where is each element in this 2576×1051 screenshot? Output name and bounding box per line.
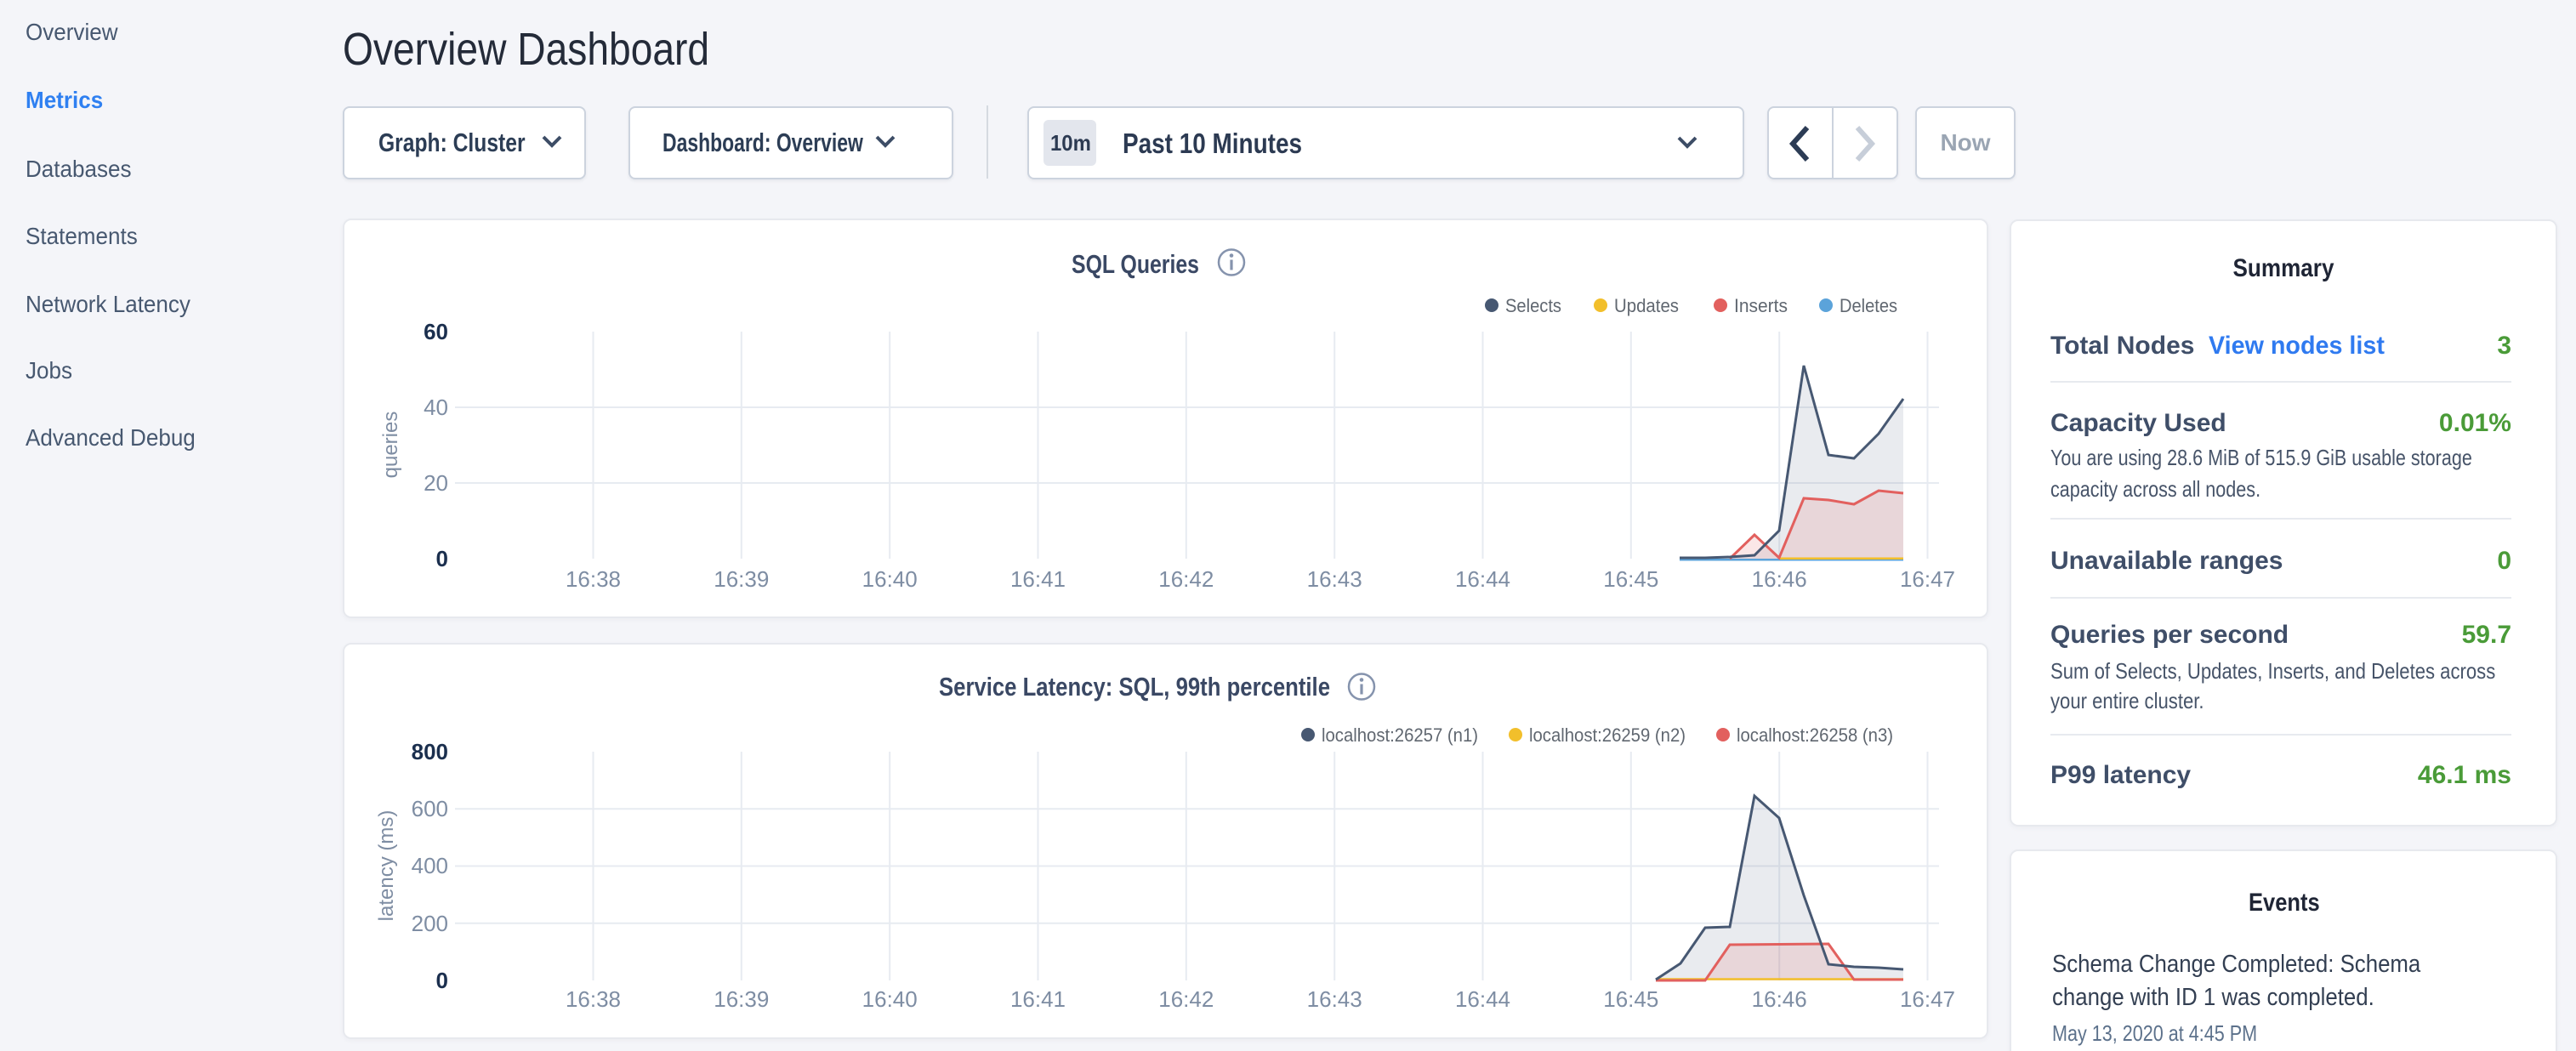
svg-text:600: 600 <box>412 796 448 821</box>
svg-text:Selects: Selects <box>1505 295 1561 316</box>
svg-text:0: 0 <box>436 968 448 993</box>
svg-text:16:46: 16:46 <box>1752 986 1807 1012</box>
svg-text:Service Latency: SQL, 99th per: Service Latency: SQL, 99th percentile <box>939 672 1330 702</box>
svg-text:16:44: 16:44 <box>1455 566 1510 592</box>
svg-text:16:43: 16:43 <box>1307 566 1362 592</box>
svg-text:16:40: 16:40 <box>862 566 918 592</box>
svg-text:Deletes: Deletes <box>1840 295 1897 316</box>
svg-text:16:40: 16:40 <box>862 986 918 1012</box>
svg-text:16:42: 16:42 <box>1158 566 1214 592</box>
svg-text:16:45: 16:45 <box>1603 566 1658 592</box>
svg-text:16:42: 16:42 <box>1158 986 1214 1012</box>
svg-text:200: 200 <box>412 911 448 936</box>
svg-text:800: 800 <box>412 739 448 764</box>
svg-text:Inserts: Inserts <box>1734 295 1788 316</box>
svg-text:queries: queries <box>379 412 402 479</box>
svg-text:latency (ms): latency (ms) <box>375 810 398 922</box>
svg-text:16:39: 16:39 <box>714 566 769 592</box>
svg-text:16:38: 16:38 <box>566 566 621 592</box>
svg-text:20: 20 <box>424 470 448 496</box>
svg-text:0: 0 <box>436 546 448 571</box>
svg-text:16:39: 16:39 <box>714 986 769 1012</box>
svg-text:16:41: 16:41 <box>1010 986 1066 1012</box>
svg-text:localhost:26259 (n2): localhost:26259 (n2) <box>1529 724 1686 746</box>
svg-text:16:38: 16:38 <box>566 986 621 1012</box>
svg-text:16:46: 16:46 <box>1752 566 1807 592</box>
svg-text:16:41: 16:41 <box>1010 566 1066 592</box>
svg-text:localhost:26257 (n1): localhost:26257 (n1) <box>1322 724 1478 746</box>
svg-text:16:47: 16:47 <box>1900 986 1955 1012</box>
svg-text:SQL Queries: SQL Queries <box>1072 249 1199 279</box>
svg-text:Updates: Updates <box>1614 295 1679 316</box>
svg-text:40: 40 <box>424 395 448 420</box>
svg-text:16:45: 16:45 <box>1603 986 1658 1012</box>
svg-text:16:47: 16:47 <box>1900 566 1955 592</box>
svg-text:400: 400 <box>412 853 448 878</box>
svg-text:16:44: 16:44 <box>1455 986 1510 1012</box>
svg-text:60: 60 <box>424 319 448 344</box>
svg-text:localhost:26258 (n3): localhost:26258 (n3) <box>1737 724 1893 746</box>
svg-text:16:43: 16:43 <box>1307 986 1362 1012</box>
